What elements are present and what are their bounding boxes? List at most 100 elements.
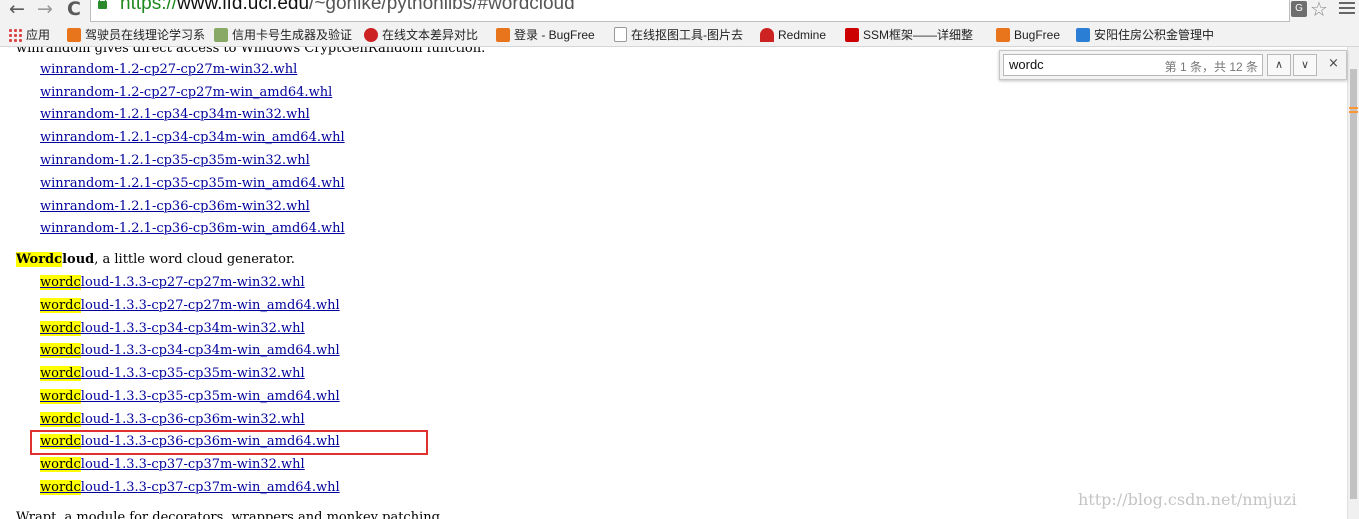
link-text: loud‑1.3.3‑cp34‑cp34m‑win_amd64.whl — [80, 343, 340, 358]
bookmark-apps[interactable]: 应用 — [8, 27, 50, 44]
wordcloud-link[interactable]: wordcloud‑1.3.3‑cp36‑cp36m‑win32.whl — [40, 412, 305, 427]
bookmark-label: SSM框架——详细整 — [863, 28, 974, 42]
bookmark-label: 在线文本差异对比 — [382, 28, 479, 42]
search-highlight: wordc — [40, 480, 81, 495]
winrandom-link[interactable]: winrandom‑1.2.1‑cp34‑cp34m‑win_amd64.whl — [40, 130, 345, 145]
link-text: loud‑1.3.3‑cp35‑cp35m‑win_amd64.whl — [80, 389, 340, 404]
search-highlight: wordc — [40, 298, 81, 313]
page-content: winrandom gives direct access to Windows… — [0, 47, 1359, 519]
wordcloud-link[interactable]: wordcloud‑1.3.3‑cp37‑cp37m‑win32.whl — [40, 457, 305, 472]
address-bar[interactable]: https://www.lfd.uci.edu/~gohlke/pythonli… — [90, 0, 1290, 22]
package-description: , a little word cloud generator. — [94, 252, 295, 267]
find-query: wordc — [1009, 57, 1044, 72]
package-name: Wordcloud — [16, 252, 94, 267]
bookmark-item[interactable]: 信用卡号生成器及验证 — [214, 27, 354, 44]
url-scheme: https:// — [120, 0, 178, 14]
link-text: loud‑1.3.3‑cp37‑cp37m‑win32.whl — [80, 457, 305, 472]
browser-toolbar: ← → C https://www.lfd.uci.edu/~gohlke/py… — [0, 0, 1359, 24]
find-next-button[interactable]: ∨ — [1293, 54, 1317, 76]
bookmark-label: 安阳住房公积金管理中 — [1094, 28, 1215, 42]
wordcloud-link[interactable]: wordcloud‑1.3.3‑cp34‑cp34m‑win_amd64.whl — [40, 343, 340, 358]
favicon-icon — [496, 28, 510, 42]
winrandom-link[interactable]: winrandom‑1.2.1‑cp35‑cp35m‑win32.whl — [40, 153, 310, 168]
find-bar: wordc 第 1 条，共 12 条 ∧ ∨ × — [999, 50, 1347, 80]
favicon-icon — [996, 28, 1010, 42]
link-text: loud‑1.3.3‑cp36‑cp36m‑win32.whl — [80, 412, 305, 427]
winrandom-link[interactable]: winrandom‑1.2‑cp27‑cp27m‑win_amd64.whl — [40, 85, 332, 100]
winrandom-link[interactable]: winrandom‑1.2.1‑cp34‑cp34m‑win32.whl — [40, 107, 310, 122]
wordcloud-link[interactable]: wordcloud‑1.3.3‑cp35‑cp35m‑win32.whl — [40, 366, 305, 381]
search-highlight: wordc — [40, 343, 81, 358]
translate-icon[interactable]: G — [1291, 1, 1307, 17]
back-button[interactable]: ← — [5, 0, 29, 20]
wordcloud-link[interactable]: wordcloud‑1.3.3‑cp27‑cp27m‑win_amd64.whl — [40, 298, 340, 313]
winrandom-link[interactable]: winrandom‑1.2.1‑cp36‑cp36m‑win_amd64.whl — [40, 221, 345, 236]
find-input[interactable]: wordc 第 1 条，共 12 条 — [1003, 54, 1263, 76]
bookmark-item[interactable]: Redmine — [760, 27, 826, 44]
pen-icon — [214, 28, 228, 42]
url-host: www.lfd.uci.edu — [177, 0, 310, 14]
find-match-marker — [1349, 107, 1358, 109]
chevron-down-icon: ∨ — [1300, 58, 1310, 71]
forward-arrow-icon: → — [37, 0, 53, 20]
bookmark-label: Redmine — [778, 28, 827, 42]
link-text: loud‑1.3.3‑cp34‑cp34m‑win32.whl — [80, 321, 305, 336]
menu-icon[interactable] — [1339, 2, 1355, 16]
search-highlight: Wordc — [16, 252, 63, 267]
reload-button[interactable]: C — [62, 0, 86, 20]
link-text: loud‑1.3.3‑cp35‑cp35m‑win32.whl — [80, 366, 305, 381]
search-highlight: wordc — [40, 412, 81, 427]
bookmark-item[interactable]: BugFree — [996, 27, 1060, 44]
bookmark-item[interactable]: 登录 - BugFree — [496, 27, 595, 44]
link-text: loud‑1.3.3‑cp27‑cp27m‑win32.whl — [80, 275, 305, 290]
url-text: https://www.lfd.uci.edu/~gohlke/pythonli… — [120, 0, 575, 15]
winrandom-link[interactable]: winrandom‑1.2‑cp27‑cp27m‑win32.whl — [40, 62, 297, 77]
reload-icon: C — [67, 0, 81, 20]
link-text: loud‑1.3.3‑cp27‑cp27m‑win_amd64.whl — [80, 298, 340, 313]
favicon-icon — [364, 28, 378, 42]
link-text: loud‑1.3.3‑cp37‑cp37m‑win_amd64.whl — [80, 480, 340, 495]
bookmark-star-icon[interactable]: ☆ — [1310, 0, 1328, 21]
page-icon — [614, 27, 627, 42]
find-previous-button[interactable]: ∧ — [1267, 54, 1291, 76]
find-close-button[interactable]: × — [1328, 56, 1339, 71]
search-highlight: wordc — [40, 366, 81, 381]
wrapt-description: Wrapt, a module for decorators, wrappers… — [16, 510, 445, 519]
back-arrow-icon: ← — [9, 0, 25, 20]
bookmark-label: 信用卡号生成器及验证 — [232, 28, 353, 42]
search-highlight: wordc — [40, 321, 81, 336]
scroll-thumb[interactable] — [1350, 69, 1357, 499]
favicon-icon — [67, 28, 81, 42]
wordcloud-link[interactable]: wordcloud‑1.3.3‑cp35‑cp35m‑win_amd64.whl — [40, 389, 340, 404]
favicon-icon — [845, 28, 859, 42]
bookmark-item[interactable]: 安阳住房公积金管理中 — [1076, 27, 1216, 44]
bookmark-item[interactable]: 在线文本差异对比 — [364, 27, 478, 44]
wordcloud-link[interactable]: wordcloud‑1.3.3‑cp37‑cp37m‑win_amd64.whl — [40, 480, 340, 495]
vertical-scrollbar[interactable] — [1347, 47, 1359, 519]
close-icon: × — [1328, 56, 1339, 71]
annotation-highlight-box — [30, 430, 428, 455]
find-match-marker — [1349, 111, 1358, 113]
bookmark-label: 驾驶员在线理论学习系 — [85, 28, 206, 42]
bookmark-item[interactable]: SSM框架——详细整 — [845, 27, 981, 44]
bookmark-label: 应用 — [26, 28, 51, 42]
wordcloud-link[interactable]: wordcloud‑1.3.3‑cp27‑cp27m‑win32.whl — [40, 275, 305, 290]
watermark: http://blog.csdn.net/nmjuzi — [1078, 490, 1297, 509]
bookmark-item[interactable]: 在线抠图工具-图片去 — [614, 27, 748, 44]
winrandom-link[interactable]: winrandom‑1.2.1‑cp36‑cp36m‑win32.whl — [40, 199, 310, 214]
search-highlight: wordc — [40, 389, 81, 404]
search-highlight: wordc — [40, 457, 81, 472]
bookmarks-bar: 应用 驾驶员在线理论学习系 信用卡号生成器及验证 在线文本差异对比 登录 - B… — [0, 24, 1359, 47]
package-name-rest: loud — [62, 252, 95, 267]
apps-icon — [8, 28, 22, 42]
wordcloud-heading: Wordcloud, a little word cloud generator… — [16, 252, 295, 267]
bookmark-item[interactable]: 驾驶员在线理论学习系 — [67, 27, 207, 44]
winrandom-link[interactable]: winrandom‑1.2.1‑cp35‑cp35m‑win_amd64.whl — [40, 176, 345, 191]
search-highlight: wordc — [40, 275, 81, 290]
favicon-icon — [760, 28, 774, 42]
forward-button[interactable]: → — [33, 0, 57, 20]
bookmark-label: 在线抠图工具-图片去 — [631, 28, 743, 42]
winrandom-description: winrandom gives direct access to Windows… — [16, 47, 486, 56]
lock-icon — [98, 0, 107, 9]
wordcloud-link[interactable]: wordcloud‑1.3.3‑cp34‑cp34m‑win32.whl — [40, 321, 305, 336]
